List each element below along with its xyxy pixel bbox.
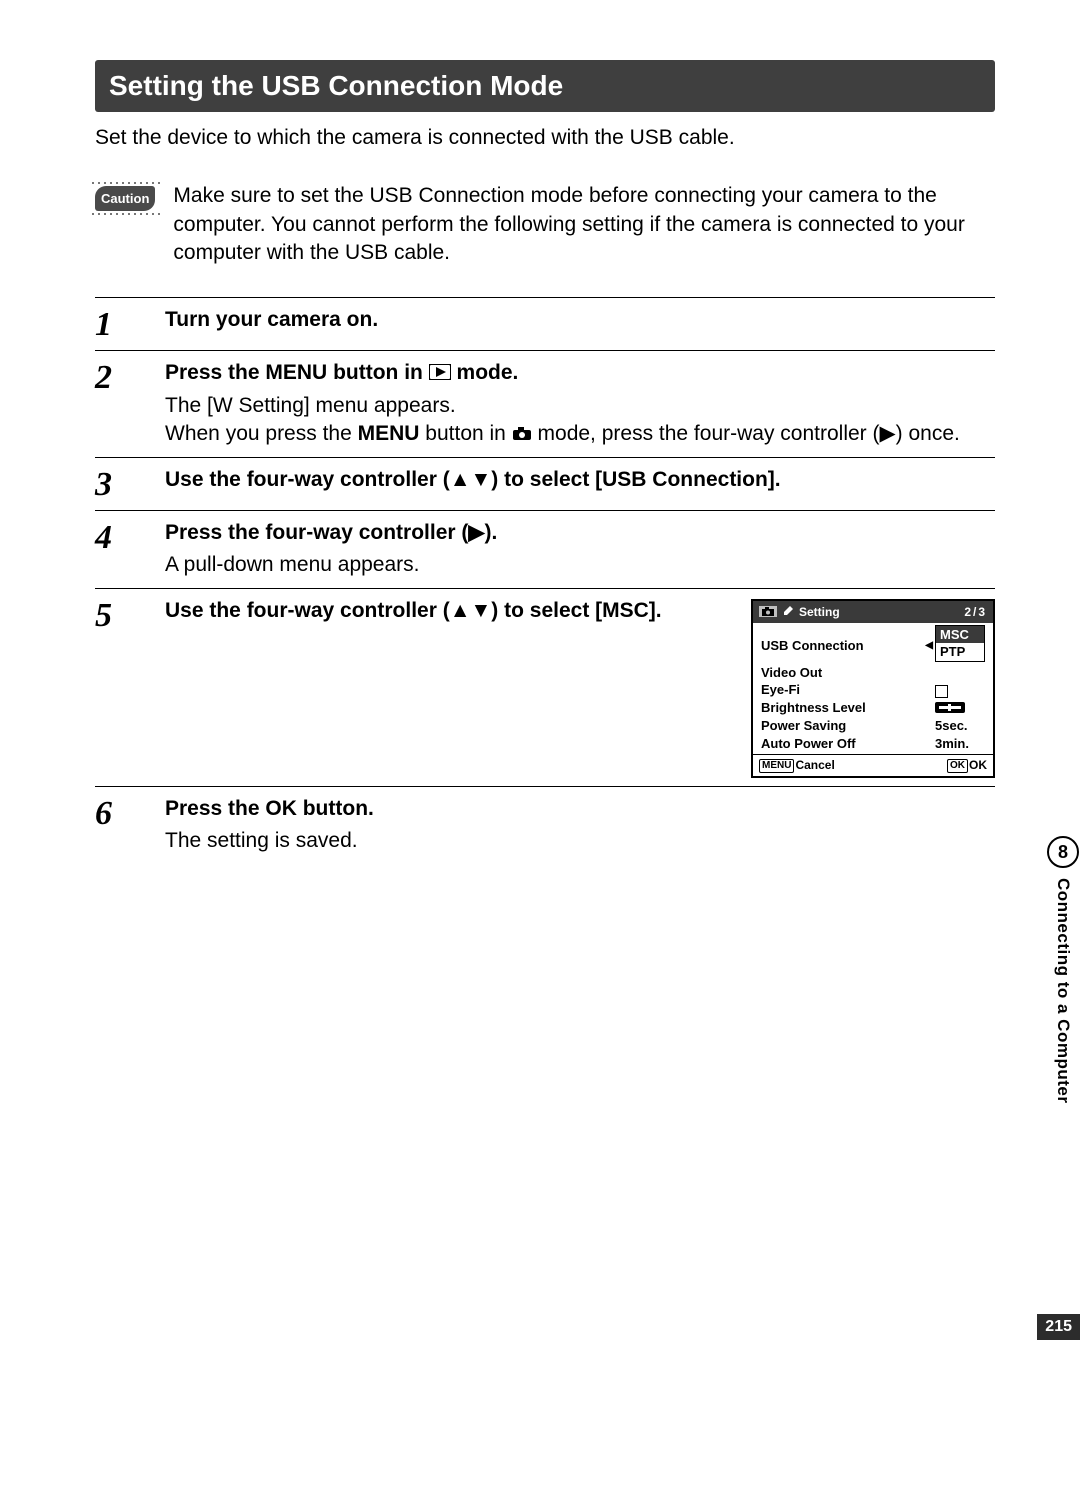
t: Press the <box>165 361 265 384</box>
t: The [W Setting] menu appears. <box>165 392 995 420</box>
t: button in <box>327 361 428 384</box>
step-1: 1 Turn your camera on. <box>95 297 995 350</box>
ok-box-icon: OK <box>947 759 968 773</box>
chapter-title: Connecting to a Computer <box>1053 878 1073 1103</box>
menu-box-icon: MENU <box>759 759 794 773</box>
step-desc: A pull-down menu appears. <box>165 551 995 579</box>
step-number: 3 <box>95 466 153 502</box>
lcd-dropdown: MSC PTP <box>935 625 985 662</box>
lcd-page: 2/3 <box>964 604 987 620</box>
caution-block: Caution Make sure to set the USB Connect… <box>95 182 995 267</box>
lcd-value: 5sec. <box>935 717 985 735</box>
slider-icon <box>935 700 965 718</box>
section-title: Setting the USB Connection Mode <box>95 60 995 112</box>
step-desc: The setting is saved. <box>165 827 995 855</box>
lcd-row: Power Saving5sec. <box>761 717 985 735</box>
lcd-header: Setting 2/3 <box>753 601 993 623</box>
wrench-icon <box>783 604 793 620</box>
left-caret-icon: ◀ <box>925 639 933 653</box>
lcd-row: USB Connection ◀ MSC PTP <box>761 627 985 664</box>
step-2: 2 Press the MENU button in mode. The [W … <box>95 350 995 457</box>
t: button in <box>419 422 511 445</box>
t: When you press the <box>165 422 358 445</box>
lcd-label: Eye-Fi <box>761 681 935 699</box>
lcd-label: Auto Power Off <box>761 735 935 753</box>
step-heading: Press the OK button. <box>165 795 995 823</box>
camera-tab-icon <box>759 606 777 617</box>
step-5: 5 Use the four-way controller (▲▼) to se… <box>95 588 995 786</box>
t: button. <box>297 797 374 820</box>
ok-word: OK <box>265 797 297 820</box>
lcd-footer: MENUCancel OKOK <box>753 754 993 775</box>
side-tab: 8 Connecting to a Computer <box>1046 836 1080 1103</box>
playback-icon <box>429 360 451 388</box>
step-number: 5 <box>95 597 153 778</box>
lcd-row: Brightness Level <box>761 699 985 717</box>
lcd-row: Auto Power Off3min. <box>761 735 985 753</box>
lcd-label: USB Connection <box>761 637 925 655</box>
step-heading: Press the four-way controller (▶). <box>165 519 995 547</box>
page-number: 215 <box>1037 1314 1080 1340</box>
lcd-label: Video Out <box>761 664 935 682</box>
menu-word: MENU <box>358 422 420 445</box>
lcd-option-selected: MSC <box>936 626 984 644</box>
t: mode. <box>451 361 519 384</box>
t: mode, press the four-way controller ( <box>532 422 880 445</box>
lcd-row: Eye-Fi <box>761 681 985 699</box>
lcd-cancel: Cancel <box>795 757 834 773</box>
step-heading: Use the four-way controller (▲▼) to sele… <box>165 597 741 625</box>
lcd-ok: OK <box>969 758 987 772</box>
steps-list: 1 Turn your camera on. 2 Press the MENU … <box>95 297 995 863</box>
step-number: 4 <box>95 519 153 580</box>
right-arrow-icon: ▶ <box>880 422 896 445</box>
menu-word: MENU <box>265 361 327 384</box>
step-heading: Press the MENU button in mode. <box>165 359 995 388</box>
step-desc: The [W Setting] menu appears. When you p… <box>165 392 995 449</box>
step-number: 6 <box>95 795 153 856</box>
lcd-label: Power Saving <box>761 717 935 735</box>
lcd-value: 3min. <box>935 735 985 753</box>
intro-text: Set the device to which the camera is co… <box>95 124 995 152</box>
step-3: 3 Use the four-way controller (▲▼) to se… <box>95 457 995 510</box>
step-6: 6 Press the OK button. The setting is sa… <box>95 786 995 864</box>
chapter-number: 8 <box>1047 836 1079 868</box>
t: Press the <box>165 797 265 820</box>
caution-badge: Caution <box>95 186 155 211</box>
lcd-option: PTP <box>936 643 984 661</box>
step-4: 4 Press the four-way controller (▶). A p… <box>95 510 995 588</box>
lcd-row: Video Out <box>761 664 985 682</box>
lcd-screenshot: Setting 2/3 USB Connection ◀ MSC PTP <box>751 599 995 778</box>
camera-icon <box>512 421 532 449</box>
lcd-title: Setting <box>799 604 840 620</box>
step-number: 1 <box>95 306 153 342</box>
step-heading: Turn your camera on. <box>165 306 995 334</box>
step-heading: Use the four-way controller (▲▼) to sele… <box>165 466 995 494</box>
checkbox-icon <box>935 685 948 698</box>
t: ) once. <box>896 422 960 445</box>
lcd-label: Brightness Level <box>761 699 935 717</box>
step-number: 2 <box>95 359 153 449</box>
caution-text: Make sure to set the USB Connection mode… <box>173 182 995 267</box>
